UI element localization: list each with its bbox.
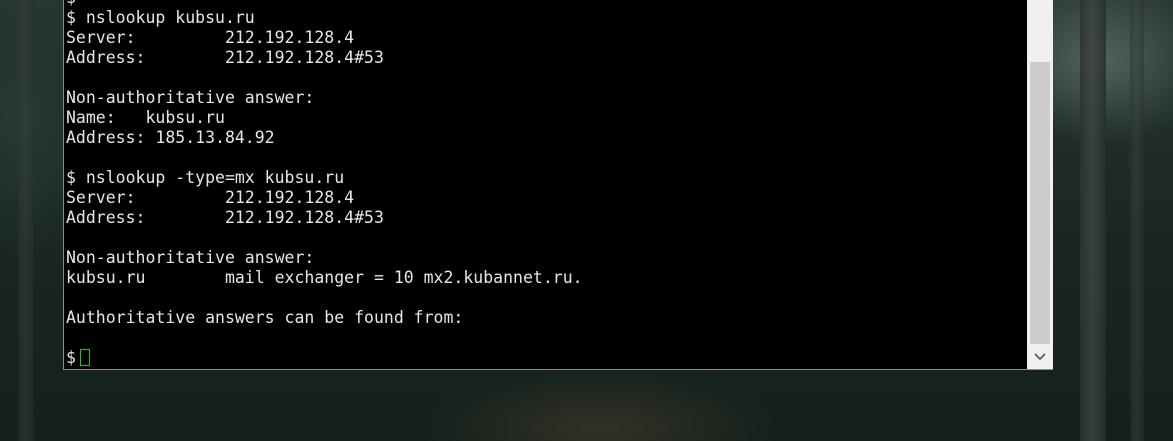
terminal-line: Address: 212.192.128.4#53 [66, 208, 384, 227]
terminal-line: Non-authoritative answer: [66, 248, 315, 267]
wallpaper-tree-trunk [18, 0, 34, 441]
terminal-line: $ nslookup -type=mx kubsu.ru [66, 168, 345, 187]
terminal-line: Name: kubsu.ru [66, 108, 225, 127]
terminal-prompt: $ [66, 348, 76, 367]
terminal-output: $ $ nslookup kubsu.ru Server: 212.192.12… [66, 0, 583, 368]
text-cursor [79, 349, 90, 366]
chevron-down-icon [1034, 353, 1046, 361]
wallpaper-tree-trunk [1080, 0, 1106, 441]
scroll-down-button[interactable] [1027, 346, 1053, 368]
terminal-line: $ nslookup kubsu.ru [66, 8, 255, 27]
terminal-line: Non-authoritative answer: [66, 88, 315, 107]
terminal-line: kubsu.ru mail exchanger = 10 mx2.kubanne… [66, 268, 583, 287]
terminal-line: Server: 212.192.128.4 [66, 28, 355, 47]
terminal-screen[interactable]: $ $ nslookup kubsu.ru Server: 212.192.12… [64, 0, 1027, 369]
terminal-line: Address: 212.192.128.4#53 [66, 48, 384, 67]
terminal-line: Address: 185.13.84.92 [66, 128, 275, 147]
wallpaper-tree-trunk [1130, 0, 1144, 441]
scrollbar-thumb[interactable] [1030, 62, 1050, 344]
vertical-scrollbar[interactable] [1027, 0, 1053, 369]
terminal-line: Authoritative answers can be found from: [66, 308, 464, 327]
terminal-line: $ [66, 0, 583, 8]
terminal-window[interactable]: $ $ nslookup kubsu.ru Server: 212.192.12… [63, 0, 1053, 370]
terminal-prompt-line[interactable]: $ [66, 348, 583, 368]
terminal-line: Server: 212.192.128.4 [66, 188, 355, 207]
